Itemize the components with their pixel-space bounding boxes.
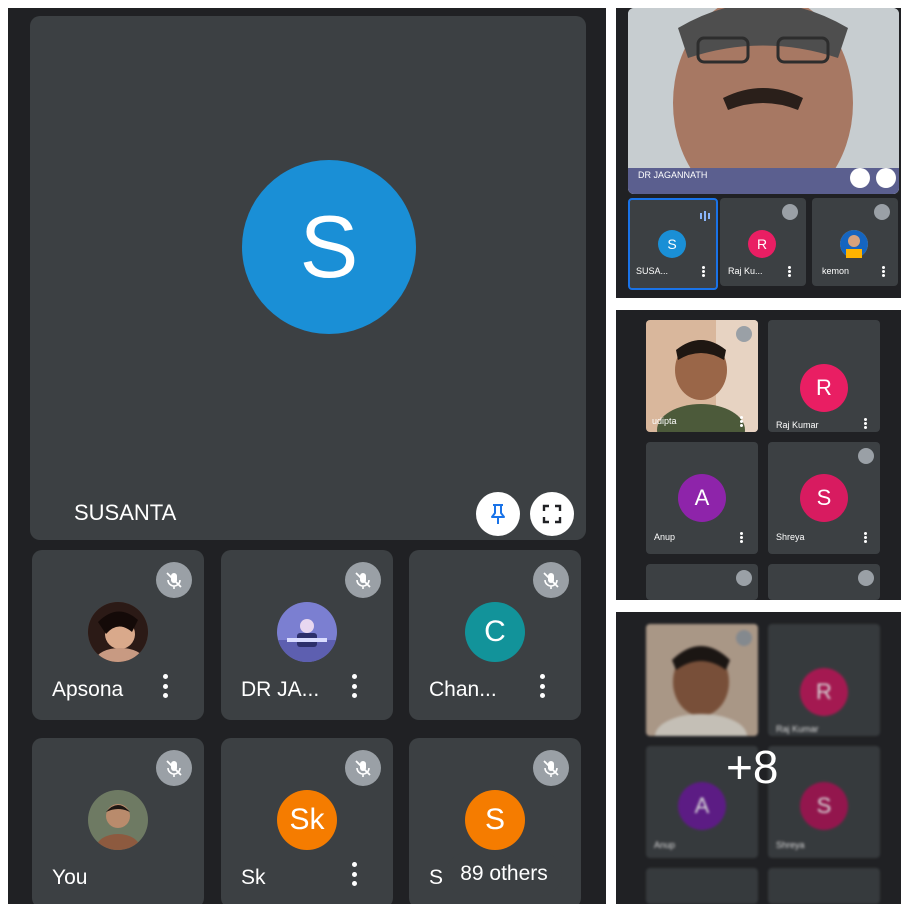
pin-icon (491, 504, 505, 524)
participant-tile-sk[interactable]: Sk Sk (221, 738, 393, 904)
participant-name: S (429, 866, 444, 889)
speaker-name: DR JAGANNATH (638, 170, 708, 180)
participant-tile-chan[interactable]: C Chan... (409, 550, 581, 720)
mic-off-icon (345, 750, 381, 786)
mic-off-icon (533, 750, 569, 786)
participant-name: Raj Kumar (776, 724, 819, 734)
speaker-video[interactable]: DR JAGANNATH (628, 8, 899, 194)
fullscreen-icon[interactable] (876, 168, 896, 188)
pin-icon[interactable] (850, 168, 870, 188)
more-options-icon[interactable] (788, 266, 791, 277)
participant-name: Shreya (776, 840, 805, 850)
avatar-initial: S (465, 790, 525, 850)
screenshot-thumbnail-3: R Raj Kumar A Anup S Shreya +8 (616, 612, 901, 904)
mic-off-icon (533, 562, 569, 598)
mic-off-icon (874, 204, 890, 220)
tile-raj-kumar[interactable]: R Raj Kumar (768, 320, 880, 432)
avatar-photo (840, 230, 868, 258)
strip-tile-susa[interactable]: S SUSA... (628, 198, 718, 290)
fullscreen-button[interactable] (530, 492, 574, 536)
participant-name: Chan... (429, 678, 497, 701)
screenshot-thumbnail-2: udipta R Raj Kumar A Anup S Shreya (616, 310, 901, 600)
avatar-initial: S (800, 782, 848, 830)
tile-partial (646, 564, 758, 600)
participant-tile-apsona[interactable]: Apsona (32, 550, 204, 720)
video-tile[interactable] (646, 624, 758, 736)
screenshot-thumbnail-1: DR JAGANNATH S SUSA... R Raj Ku... kemon (616, 8, 901, 298)
mic-off-icon (156, 562, 192, 598)
avatar-initial: R (800, 364, 848, 412)
speaker-video-frame (628, 8, 899, 194)
more-options-icon[interactable] (162, 674, 168, 698)
strip-tile-kemon[interactable]: kemon (812, 198, 898, 286)
more-options-icon[interactable] (882, 266, 885, 277)
participant-name: Apsona (52, 678, 124, 701)
participant-name: Shreya (776, 532, 805, 542)
mic-off-icon (345, 562, 381, 598)
avatar-initial: R (748, 230, 776, 258)
tile-shreya[interactable]: S Shreya (768, 746, 880, 858)
more-options-icon[interactable] (702, 266, 705, 277)
featured-participant-tile[interactable]: S SUSANTA (30, 16, 586, 540)
more-options-icon[interactable] (740, 532, 743, 543)
featured-participant-name: SUSANTA (74, 500, 177, 525)
featured-avatar: S (242, 160, 416, 334)
avatar-photo (88, 790, 148, 850)
mic-off-icon (736, 326, 752, 342)
others-count-chip[interactable]: 89 others (446, 852, 562, 896)
main-meeting-view: S SUSANTA Apsona DR JA... C Chan... You … (8, 8, 606, 904)
participant-tile-you[interactable]: You (32, 738, 204, 904)
tile-shreya[interactable]: S Shreya (768, 442, 880, 554)
participant-name: Sk (241, 866, 266, 889)
mic-off-icon (736, 570, 752, 586)
avatar-initial: C (465, 602, 525, 662)
strip-tile-raj[interactable]: R Raj Ku... (720, 198, 806, 286)
more-options-icon[interactable] (740, 416, 743, 427)
fullscreen-icon (542, 504, 562, 524)
more-screenshots-count[interactable]: +8 (726, 740, 778, 794)
participant-name: Anup (654, 532, 676, 542)
tile-partial (768, 868, 880, 904)
participant-name: DR JA... (241, 678, 320, 701)
avatar-initial: S (658, 230, 686, 258)
avatar-initial: R (800, 668, 848, 716)
mic-off-icon (736, 630, 752, 646)
participant-name: SUSA... (636, 266, 669, 276)
participant-name: Raj Ku... (728, 266, 763, 276)
tile-anup[interactable]: A Anup (646, 442, 758, 554)
pin-button[interactable] (476, 492, 520, 536)
avatar-photo (277, 602, 337, 662)
more-options-icon[interactable] (351, 862, 357, 886)
participant-tile-dr-ja[interactable]: DR JA... (221, 550, 393, 720)
participant-name: udipta (652, 416, 677, 426)
mic-off-icon (782, 204, 798, 220)
more-options-icon[interactable] (351, 674, 357, 698)
mic-off-icon (858, 448, 874, 464)
participant-name: You (52, 866, 88, 889)
mic-off-icon (156, 750, 192, 786)
tile-raj-kumar[interactable]: R Raj Kumar (768, 624, 880, 736)
video-tile-udipta[interactable]: udipta (646, 320, 758, 432)
participant-name: Anup (654, 840, 676, 850)
more-options-icon[interactable] (539, 674, 545, 698)
participant-name: Raj Kumar (776, 420, 819, 430)
avatar-initial: A (678, 782, 726, 830)
more-options-icon[interactable] (864, 418, 867, 429)
tile-partial (646, 868, 758, 904)
more-options-icon[interactable] (864, 532, 867, 543)
avatar-initial: A (678, 474, 726, 522)
avatar-photo (88, 602, 148, 662)
avatar-initial: Sk (277, 790, 337, 850)
tile-partial (768, 564, 880, 600)
avatar-initial: S (800, 474, 848, 522)
mic-off-icon (858, 570, 874, 586)
speaking-icon (698, 208, 712, 221)
participant-name: kemon (822, 266, 850, 276)
